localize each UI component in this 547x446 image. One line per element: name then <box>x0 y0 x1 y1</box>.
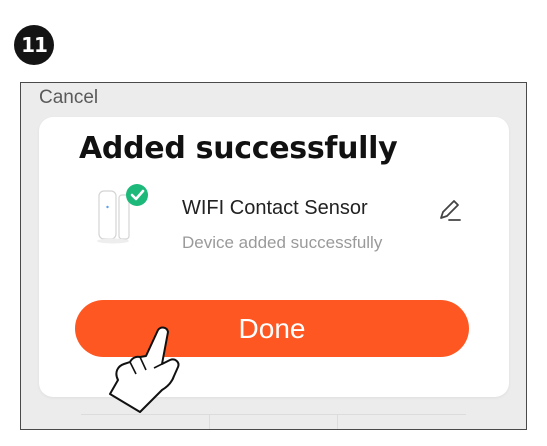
card-title: Added successfully <box>79 131 398 166</box>
check-badge-icon <box>126 184 148 206</box>
pencil-icon[interactable] <box>437 197 463 223</box>
cancel-button[interactable]: Cancel <box>39 87 98 109</box>
device-status: Device added successfully <box>182 233 383 252</box>
phone-screen: Cancel Added successfully WIFI Contact S… <box>20 82 527 430</box>
tab-divider <box>210 415 339 429</box>
tab-divider <box>338 415 466 429</box>
device-name: WIFI Contact Sensor <box>182 197 368 219</box>
step-number-badge: 11 <box>14 25 54 65</box>
contact-sensor-icon <box>97 184 148 244</box>
hand-pointer-icon <box>109 326 180 413</box>
